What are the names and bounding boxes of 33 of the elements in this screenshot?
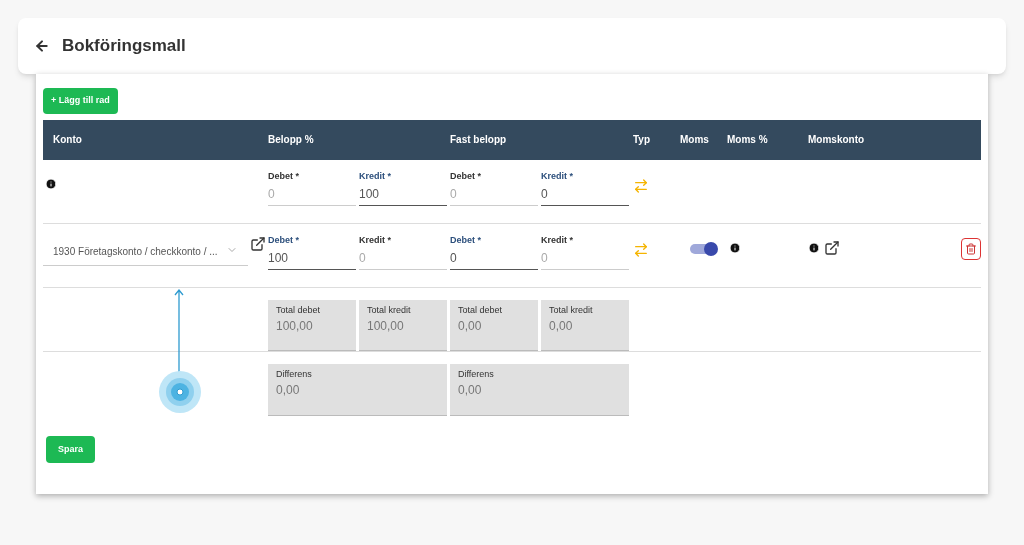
info-icon[interactable]: [808, 241, 820, 254]
trash-icon: [965, 242, 977, 255]
column-header: Moms: [680, 133, 710, 147]
total-field: Total kredit 100,00: [359, 299, 447, 351]
total-field: Total kredit 0,00: [541, 299, 629, 351]
total-field: Total debet 100,00: [268, 299, 356, 351]
amount-field[interactable]: Debet * 0: [450, 233, 538, 270]
external-link-icon[interactable]: [250, 235, 266, 252]
amount-field[interactable]: Kredit * 0: [541, 169, 629, 206]
column-header: Momskonto: [808, 133, 866, 147]
total-field: Differens 0,00: [268, 363, 447, 416]
total-field: Total debet 0,00: [450, 299, 538, 351]
delete-button[interactable]: [961, 237, 981, 260]
amount-field[interactable]: Debet * 100: [268, 233, 356, 270]
vat-toggle[interactable]: [690, 243, 716, 254]
external-link-icon[interactable]: [824, 239, 840, 256]
column-header: Konto: [52, 133, 83, 147]
total-field: Differens 0,00: [450, 363, 629, 416]
amount-field[interactable]: Debet * 0: [450, 169, 538, 206]
back-icon[interactable]: [34, 38, 50, 54]
amount-field[interactable]: Debet * 0: [268, 169, 356, 206]
target-marker: [158, 370, 202, 414]
column-header: Typ: [633, 133, 652, 147]
column-header: Belopp %: [268, 133, 315, 147]
amount-field[interactable]: Kredit * 0: [541, 233, 629, 270]
account-select[interactable]: 1930 Företagskonto / checkkonto / ...: [43, 237, 248, 266]
info-icon[interactable]: [45, 177, 57, 190]
page-title: Bokföringsmall: [62, 35, 186, 58]
column-header: Moms %: [727, 133, 769, 147]
info-icon[interactable]: [729, 241, 741, 254]
column-header: Fast belopp: [450, 133, 508, 147]
amount-field[interactable]: Kredit * 100: [359, 169, 447, 206]
amount-field[interactable]: Kredit * 0: [359, 233, 447, 270]
